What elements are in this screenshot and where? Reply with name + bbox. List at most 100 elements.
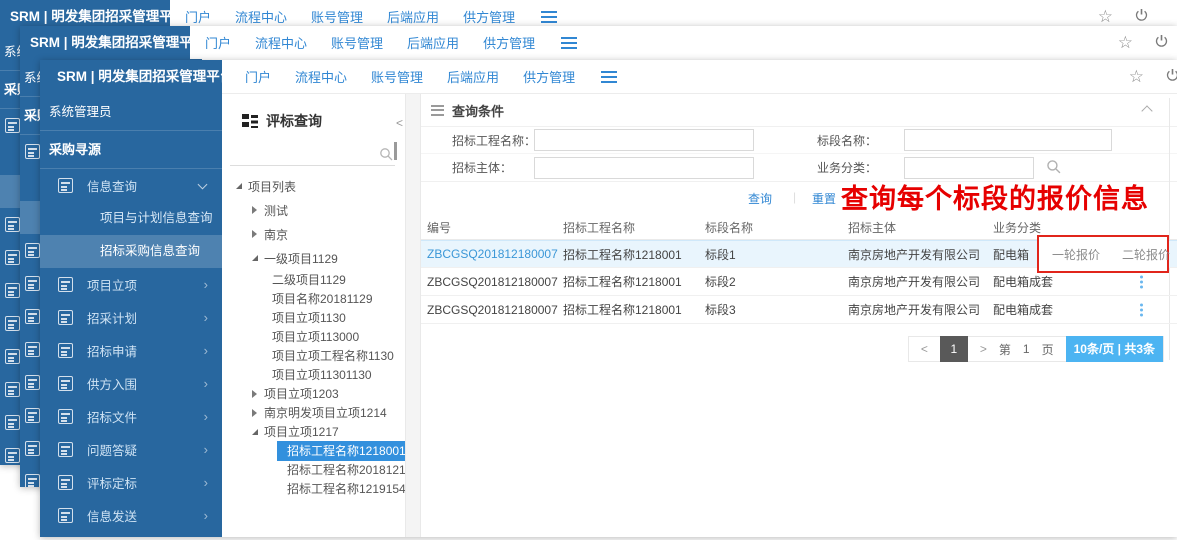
search-icon[interactable]: [379, 147, 393, 161]
nav-account-mgmt[interactable]: 账号管理: [311, 7, 363, 26]
tree-node-label: 南京: [264, 226, 288, 243]
section-name-input[interactable]: [904, 129, 1112, 151]
nav-account-mgmt[interactable]: 账号管理: [371, 67, 423, 86]
favorite-icon[interactable]: ☆: [1118, 34, 1133, 51]
nav-portal[interactable]: 门户: [205, 33, 231, 52]
nav-supplier-mgmt[interactable]: 供方管理: [523, 67, 575, 86]
tree-node[interactable]: 项目立项1203: [222, 384, 405, 403]
top-nav: 门户 流程中心 账号管理 后端应用 供方管理: [245, 60, 617, 93]
tree-node[interactable]: 项目立项113000: [222, 327, 405, 346]
tree-node[interactable]: 项目立项1217: [222, 422, 405, 441]
favorite-icon[interactable]: ☆: [1129, 68, 1144, 85]
row-more-actions-icon[interactable]: [1140, 303, 1143, 316]
nav-account-mgmt[interactable]: 账号管理: [331, 33, 383, 52]
search-icon[interactable]: [1046, 159, 1061, 177]
bid-entity-label: 招标主体：: [452, 159, 534, 176]
nav-backend-apps[interactable]: 后端应用: [387, 7, 439, 26]
power-icon[interactable]: [1165, 68, 1177, 86]
nav-process-center[interactable]: 流程中心: [295, 67, 347, 86]
power-icon[interactable]: [1154, 34, 1169, 52]
tree-node[interactable]: 项目立项1130: [222, 308, 405, 327]
sidebar-item-label: 评标定标: [87, 473, 137, 492]
page-number[interactable]: 1: [1023, 342, 1030, 356]
document-icon: [5, 415, 20, 430]
module-title[interactable]: 采购寻源: [40, 131, 222, 169]
sidebar-item-question-answering[interactable]: 问题答疑 ›: [40, 433, 222, 466]
menu-icon[interactable]: [601, 71, 617, 83]
tree-node-label: 项目列表: [248, 178, 296, 195]
sidebar-item-procurement-plan[interactable]: 招采计划 ›: [40, 301, 222, 334]
reset-button[interactable]: 重置: [812, 190, 836, 207]
tree-collapsed-icon[interactable]: [252, 390, 257, 398]
scrollbar-thumb[interactable]: [394, 142, 397, 160]
tree-node[interactable]: 项目立项11301130: [222, 365, 405, 384]
app-title: SRM | 明发集团招采管理平台: [40, 60, 222, 93]
second-round-quote-link[interactable]: 二轮报价: [1122, 246, 1170, 263]
nav-backend-apps[interactable]: 后端应用: [447, 67, 499, 86]
sidebar-subitem-project-plan-query[interactable]: 项目与计划信息查询: [40, 202, 222, 235]
menu-icon[interactable]: [561, 37, 577, 49]
menu-icon[interactable]: [541, 11, 557, 23]
panel-collapse-icon[interactable]: <: [396, 116, 403, 130]
chevron-right-icon: ›: [204, 376, 208, 391]
tree-expanded-icon[interactable]: [252, 429, 258, 435]
current-page-button[interactable]: 1: [940, 336, 968, 362]
document-icon: [5, 118, 20, 133]
sidebar-item-info-sending[interactable]: 信息发送 ›: [40, 499, 222, 532]
row-code-link[interactable]: ZBCGSQ201812180007: [421, 247, 563, 261]
table-row[interactable]: ZBCGSQ201812180007 招标工程名称1218001 标段1 南京房…: [421, 240, 1177, 268]
project-name-input[interactable]: [534, 129, 754, 151]
business-category-input[interactable]: [904, 157, 1034, 179]
tree-node[interactable]: 南京明发项目立项1214: [222, 403, 405, 422]
tree-node[interactable]: 招标工程名称12191540: [222, 479, 405, 498]
prev-page-button[interactable]: <: [921, 342, 928, 356]
tree-node[interactable]: 南京: [222, 222, 405, 246]
first-round-quote-link[interactable]: 一轮报价: [1052, 246, 1100, 263]
document-icon: [58, 376, 73, 391]
sidebar-item-project-setup[interactable]: 项目立项 ›: [40, 268, 222, 301]
app-title: SRM | 明发集团招采管理平台: [20, 26, 190, 59]
row-category: 配电箱成套: [993, 301, 1177, 318]
tree-node[interactable]: 测试: [222, 198, 405, 222]
tree-node[interactable]: 二级项目1129: [222, 270, 405, 289]
favorite-icon[interactable]: ☆: [1098, 8, 1113, 25]
tree-node[interactable]: 一级项目1129: [222, 246, 405, 270]
tree-expanded-icon[interactable]: [252, 255, 258, 261]
sidebar-item-bid-application[interactable]: 招标申请 ›: [40, 334, 222, 367]
tree-node[interactable]: 招标工程名称2018121913: [222, 460, 405, 479]
chevron-up-icon[interactable]: [1141, 105, 1152, 116]
sidebar-subitem-bid-procurement-query[interactable]: 招标采购信息查询: [40, 235, 222, 268]
nav-portal[interactable]: 门户: [245, 67, 271, 86]
nav-process-center[interactable]: 流程中心: [235, 7, 287, 26]
search-button[interactable]: 查询: [748, 190, 772, 207]
document-icon: [5, 349, 20, 364]
tree-expanded-icon[interactable]: [236, 183, 242, 189]
col-code: 编号: [421, 219, 563, 236]
row-more-actions-icon[interactable]: [1140, 275, 1143, 288]
sidebar-item-info-query[interactable]: 信息查询: [40, 169, 222, 202]
grid-icon: [242, 114, 258, 128]
tree-collapsed-icon[interactable]: [252, 206, 257, 214]
tree-node-selected[interactable]: 招标工程名称1218001: [222, 441, 405, 460]
table-row[interactable]: ZBCGSQ201812180007 招标工程名称1218001 标段3 南京房…: [421, 296, 1177, 324]
sidebar-item-label: 问题答疑: [87, 440, 137, 459]
chevron-right-icon: ›: [204, 409, 208, 424]
tree-collapsed-icon[interactable]: [252, 230, 257, 238]
nav-process-center[interactable]: 流程中心: [255, 33, 307, 52]
tree-node[interactable]: 项目立项工程名称1130: [222, 346, 405, 365]
tree-search-input[interactable]: [230, 140, 395, 165]
power-icon[interactable]: [1134, 8, 1149, 26]
nav-supplier-mgmt[interactable]: 供方管理: [463, 7, 515, 26]
next-page-button[interactable]: >: [980, 342, 987, 356]
sidebar-item-bid-documents[interactable]: 招标文件 ›: [40, 400, 222, 433]
tree-node[interactable]: 项目名称20181129: [222, 289, 405, 308]
tree-node[interactable]: 项目列表: [222, 174, 405, 198]
nav-portal[interactable]: 门户: [185, 7, 211, 26]
sidebar-item-supplier-shortlist[interactable]: 供方入围 ›: [40, 367, 222, 400]
nav-supplier-mgmt[interactable]: 供方管理: [483, 33, 535, 52]
sidebar-item-bid-evaluation[interactable]: 评标定标 ›: [40, 466, 222, 499]
panel-splitter[interactable]: [405, 94, 421, 537]
nav-backend-apps[interactable]: 后端应用: [407, 33, 459, 52]
tree-collapsed-icon[interactable]: [252, 409, 257, 417]
bid-entity-input[interactable]: [534, 157, 754, 179]
